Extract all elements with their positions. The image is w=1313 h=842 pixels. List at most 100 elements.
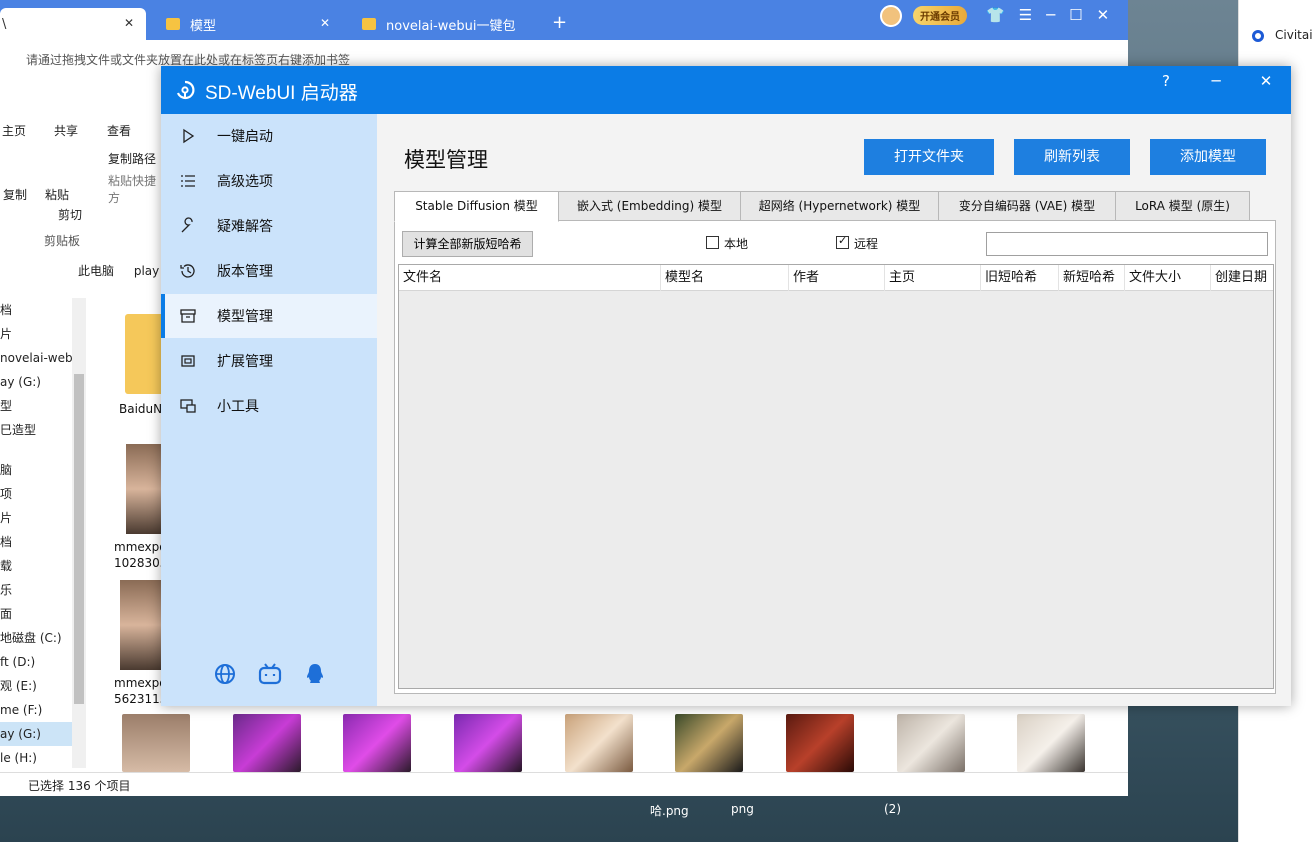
file-caption: mmexpo — [114, 676, 167, 690]
thumbnail-image[interactable] — [1017, 714, 1085, 772]
ribbon-tab-view[interactable]: 查看 — [107, 122, 131, 139]
sidebar-item-extensions[interactable]: 扩展管理 — [161, 339, 377, 383]
breadcrumb-item[interactable]: play — [134, 264, 159, 278]
folder-icon[interactable] — [125, 314, 165, 394]
open-folder-button[interactable]: 打开文件夹 — [864, 139, 994, 175]
vip-badge[interactable]: 开通会员 — [913, 6, 967, 25]
desktop-file-caption: png — [731, 802, 754, 816]
nav-item[interactable]: 档 — [0, 298, 72, 322]
thumbnail-image[interactable] — [897, 714, 965, 772]
copy-path-button[interactable]: 复制路径 — [108, 150, 156, 167]
launcher-titlebar[interactable]: SD-WebUI 启动器 ? ─ ✕ — [161, 66, 1291, 114]
nav-item[interactable]: 脑 — [0, 458, 72, 482]
minimize-button[interactable]: ─ — [1201, 72, 1231, 90]
browser-tab-1[interactable]: \ ✕ — [0, 8, 146, 40]
nav-item[interactable]: 乐 — [0, 578, 72, 602]
folder-caption: BaiduN — [119, 402, 163, 416]
skin-icon[interactable]: 👕 — [986, 6, 1005, 24]
clipboard-group-label: 剪贴板 — [44, 234, 81, 248]
breadcrumb-item[interactable]: 此电脑 — [78, 264, 114, 278]
tab-embedding[interactable]: 嵌入式 (Embedding) 模型 — [558, 191, 741, 221]
qq-icon[interactable] — [303, 662, 327, 686]
nav-item[interactable]: novelai-webui一 — [0, 346, 72, 370]
column-header-homepage[interactable]: 主页 — [885, 265, 981, 291]
civitai-icon — [1252, 30, 1264, 42]
close-tab-icon[interactable]: ✕ — [124, 16, 134, 30]
browser-tab-2[interactable]: 模型 ✕ — [150, 8, 342, 40]
add-model-button[interactable]: 添加模型 — [1150, 139, 1266, 175]
browser-tab-3[interactable]: novelai-webui一键包 — [346, 8, 542, 40]
sidebar-item-label: 疑难解答 — [217, 219, 273, 235]
tab-hypernetwork[interactable]: 超网络 (Hypernetwork) 模型 — [740, 191, 939, 221]
sidebar-item-label: 小工具 — [217, 399, 259, 415]
browser-tab-label: \ — [2, 16, 7, 32]
nav-item[interactable]: me (F:) — [0, 698, 72, 722]
copy-button[interactable]: 复制 — [3, 186, 27, 203]
help-button[interactable]: ? — [1151, 72, 1181, 90]
column-header-old-hash[interactable]: 旧短哈希 — [981, 265, 1059, 291]
local-checkbox-label: 本地 — [724, 237, 749, 251]
nav-item[interactable]: 地磁盘 (C:) — [0, 626, 72, 650]
compute-hash-button[interactable]: 计算全部新版短哈希 — [402, 231, 533, 257]
launcher-window: SD-WebUI 启动器 ? ─ ✕ 一键启动 高级选项 疑难解答 版本管理 模… — [161, 66, 1291, 706]
local-checkbox[interactable] — [706, 236, 719, 249]
nav-item[interactable]: ay (G:) — [0, 370, 72, 394]
sidebar-item-advanced[interactable]: 高级选项 — [161, 159, 377, 203]
nav-item[interactable]: ay (G:) — [0, 722, 72, 746]
nav-item[interactable]: 面 — [0, 602, 72, 626]
nav-item[interactable]: le (H:) — [0, 746, 72, 770]
nav-item[interactable]: 片 — [0, 322, 72, 346]
scrollbar-thumb[interactable] — [74, 374, 84, 704]
column-header-filename[interactable]: 文件名 — [399, 265, 661, 291]
paste-button[interactable]: 粘贴 — [45, 186, 69, 203]
minimize-icon[interactable]: ─ — [1046, 6, 1055, 24]
nav-item[interactable]: ft (D:) — [0, 650, 72, 674]
column-header-model-name[interactable]: 模型名 — [661, 265, 789, 291]
thumbnail-image[interactable] — [122, 714, 190, 772]
column-header-created-date[interactable]: 创建日期 — [1211, 265, 1273, 291]
sidebar-item-troubleshoot[interactable]: 疑难解答 — [161, 204, 377, 248]
avatar[interactable] — [880, 5, 902, 27]
thumbnail-image[interactable] — [343, 714, 411, 772]
new-tab-icon[interactable]: + — [552, 12, 567, 33]
maximize-icon[interactable]: ☐ — [1069, 6, 1082, 24]
explorer-scrollbar[interactable] — [72, 298, 86, 768]
close-tab-icon[interactable]: ✕ — [320, 16, 330, 30]
browser-tabbar: \ ✕ 模型 ✕ novelai-webui一键包 + 开通会员 👕 ☰ ─ ☐… — [0, 0, 1128, 40]
column-header-author[interactable]: 作者 — [789, 265, 885, 291]
menu-icon[interactable]: ☰ — [1019, 6, 1032, 24]
sidebar-item-versions[interactable]: 版本管理 — [161, 249, 377, 293]
thumbnail-image[interactable] — [233, 714, 301, 772]
ribbon-tab-share[interactable]: 共享 — [54, 122, 78, 139]
sidebar-item-tools[interactable]: 小工具 — [161, 384, 377, 428]
close-icon[interactable]: ✕ — [1097, 6, 1110, 24]
ribbon-tab-home[interactable]: 主页 — [2, 122, 26, 139]
nav-item[interactable]: 项 — [0, 482, 72, 506]
close-button[interactable]: ✕ — [1251, 72, 1281, 90]
nav-item[interactable]: 巳造型 — [0, 418, 72, 442]
refresh-list-button[interactable]: 刷新列表 — [1014, 139, 1130, 175]
sidebar-item-launch[interactable]: 一键启动 — [161, 114, 377, 158]
thumbnail-image[interactable] — [565, 714, 633, 772]
globe-icon[interactable] — [213, 662, 237, 686]
remote-checkbox[interactable] — [836, 234, 849, 249]
sidebar-item-models[interactable]: 模型管理 — [161, 294, 377, 338]
tab-lora[interactable]: LoRA 模型 (原生) — [1115, 191, 1250, 221]
column-header-new-hash[interactable]: 新短哈希 — [1059, 265, 1125, 291]
bilibili-icon[interactable] — [258, 662, 282, 686]
column-header-file-size[interactable]: 文件大小 — [1125, 265, 1211, 291]
tab-vae[interactable]: 变分自编码器 (VAE) 模型 — [938, 191, 1116, 221]
nav-item[interactable]: 型 — [0, 394, 72, 418]
nav-item[interactable]: 观 (E:) — [0, 674, 72, 698]
thumbnail-image[interactable] — [675, 714, 743, 772]
nav-item[interactable]: 档 — [0, 530, 72, 554]
search-input[interactable] — [986, 232, 1268, 256]
cut-button[interactable]: 剪切 — [58, 206, 82, 223]
thumbnail-image[interactable] — [454, 714, 522, 772]
nav-item[interactable]: 片 — [0, 506, 72, 530]
nav-item[interactable]: 载 — [0, 554, 72, 578]
thumbnail-image[interactable] — [786, 714, 854, 772]
paste-shortcut-button[interactable]: 粘贴快捷方 — [108, 172, 160, 206]
civitai-link[interactable]: Civitai — [1275, 28, 1313, 42]
tab-stable-diffusion[interactable]: Stable Diffusion 模型 — [394, 191, 559, 222]
